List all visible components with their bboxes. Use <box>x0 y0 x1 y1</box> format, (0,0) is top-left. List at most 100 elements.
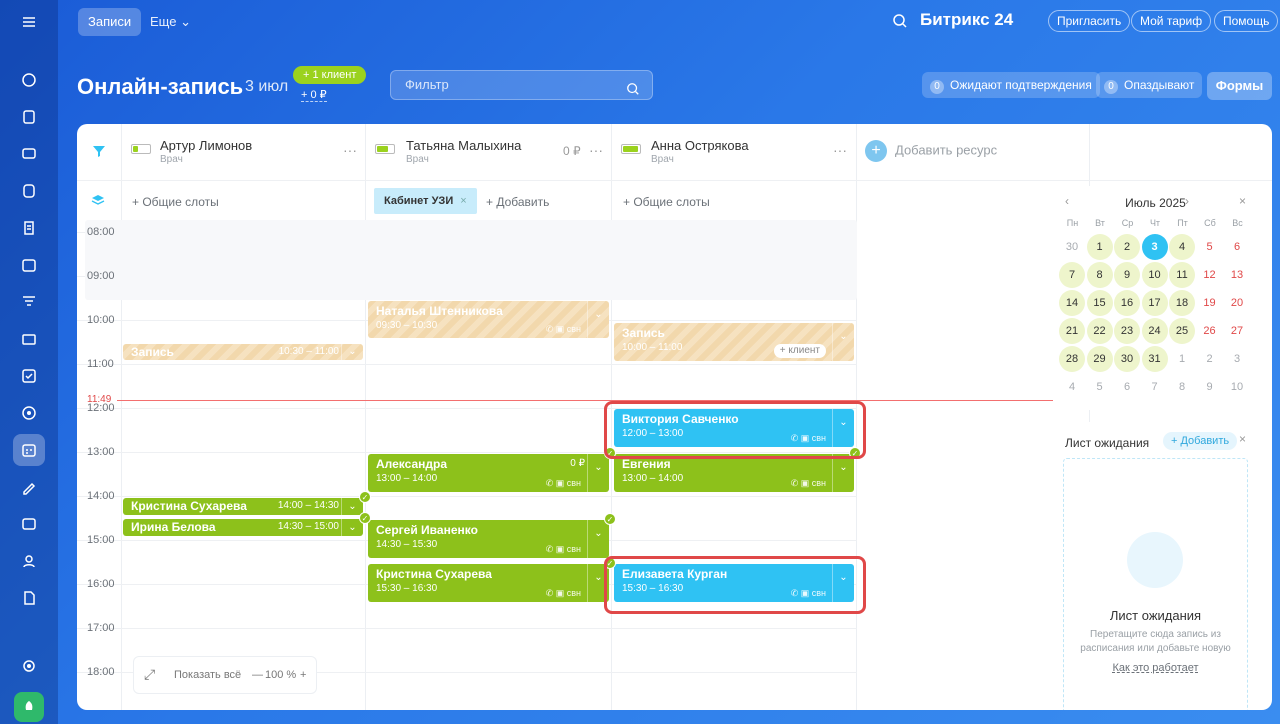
calendar-day[interactable]: 4 <box>1169 234 1195 260</box>
file-icon[interactable] <box>13 582 45 614</box>
calendar-day[interactable]: 4 <box>1059 374 1085 400</box>
filter-icon[interactable] <box>13 286 45 318</box>
calendar-day[interactable]: 27 <box>1224 318 1250 344</box>
zoom-out-button[interactable]: — <box>252 669 263 681</box>
contact-card-icon[interactable] <box>13 508 45 540</box>
waitlist-add-button[interactable]: + Добавить <box>1163 432 1238 450</box>
calendar-day[interactable]: 7 <box>1059 262 1085 288</box>
menu-icon[interactable] <box>13 6 45 38</box>
calendar-day[interactable]: 1 <box>1086 234 1113 260</box>
calendar-day[interactable]: 22 <box>1086 318 1113 344</box>
calendar-day[interactable]: 18 <box>1169 290 1195 316</box>
calendar-day[interactable]: 20 <box>1224 290 1250 316</box>
chevron-down-icon[interactable]: ⌄ <box>832 454 854 492</box>
booking-icon[interactable] <box>13 434 45 466</box>
calendar-day[interactable]: 21 <box>1059 318 1085 344</box>
filter-icon[interactable] <box>92 144 106 161</box>
collapse-icon[interactable]: × <box>1239 432 1246 446</box>
late-chip[interactable]: 0 Опаздывают <box>1096 72 1203 98</box>
calendar-day[interactable]: 5 <box>1087 374 1113 400</box>
tab-records[interactable]: Записи <box>78 8 142 36</box>
chevron-down-icon[interactable]: ⌄ <box>587 301 609 338</box>
tasks-edit-icon[interactable] <box>13 101 45 133</box>
calendar-day[interactable]: 1 <box>1169 346 1195 372</box>
invite-button[interactable]: Пригласить <box>1048 10 1131 32</box>
calendar-day[interactable]: 30 <box>1114 346 1140 372</box>
tab-more[interactable]: Еще ⌄ <box>150 8 191 36</box>
crm-icon[interactable] <box>13 64 45 96</box>
close-icon[interactable]: × <box>460 195 466 207</box>
calendar-day[interactable]: 11 <box>1169 262 1195 288</box>
awaiting-confirmation-chip[interactable]: 0 Ожидают подтверждения <box>922 72 1100 98</box>
calendar-day[interactable]: 16 <box>1114 290 1140 316</box>
common-slots-button[interactable]: + Общие слоты <box>623 195 710 209</box>
filter-input[interactable]: Фильтр <box>390 70 653 100</box>
more-icon[interactable]: ··· <box>343 142 357 158</box>
search-icon[interactable] <box>892 13 908 32</box>
brand-logo[interactable]: Битрикс 24 <box>920 10 1013 30</box>
checklist-icon[interactable] <box>13 360 45 392</box>
drive-icon[interactable] <box>13 175 45 207</box>
chat-icon[interactable] <box>13 138 45 170</box>
calendar-day[interactable]: 9 <box>1114 262 1140 288</box>
settings-icon[interactable] <box>13 650 45 682</box>
calendar-day[interactable]: 31 <box>1141 346 1168 372</box>
add-resource-button[interactable]: + Добавить ресурс <box>865 140 997 162</box>
calendar-day[interactable]: 25 <box>1169 318 1195 344</box>
event-card[interactable]: Запись 10:00 – 11:00 + клиент ⌄ <box>614 323 854 361</box>
how-it-works-link[interactable]: Как это работает <box>1053 662 1258 674</box>
calendar-day[interactable]: 28 <box>1059 346 1085 372</box>
chevron-down-icon[interactable]: ⌄ <box>587 454 609 492</box>
mail-icon[interactable] <box>13 323 45 355</box>
search-icon[interactable] <box>626 78 640 106</box>
calendar-day[interactable]: 3 <box>1141 234 1168 260</box>
forms-button[interactable]: Формы <box>1207 72 1272 100</box>
calendar-day[interactable]: 29 <box>1086 346 1113 372</box>
calendar-day[interactable]: 19 <box>1197 290 1223 316</box>
chevron-down-icon[interactable]: ⌄ <box>587 520 609 558</box>
resource-tatyana[interactable]: Татьяна Малыхина Врач 0 ₽ ··· <box>365 124 611 180</box>
event-card[interactable]: Запись 10:30 – 11:00 ⌄ <box>123 344 363 360</box>
chevron-right-icon[interactable]: › <box>1185 194 1189 208</box>
add-slot-button[interactable]: + Добавить <box>486 195 549 209</box>
calendar-day[interactable]: 7 <box>1142 374 1168 400</box>
more-icon[interactable]: ··· <box>589 142 603 158</box>
target-icon[interactable] <box>13 397 45 429</box>
documents-icon[interactable] <box>13 212 45 244</box>
calendar-day[interactable]: 13 <box>1224 262 1250 288</box>
rocket-icon[interactable] <box>14 692 44 722</box>
calendar-day[interactable]: 5 <box>1197 234 1223 260</box>
calendar-day[interactable]: 9 <box>1197 374 1223 400</box>
event-card[interactable]: Евгения 13:00 – 14:00 ✆ ▣ свн ⌄ <box>614 454 854 492</box>
my-tariff-button[interactable]: Мой тариф <box>1131 10 1212 32</box>
help-button[interactable]: Помощь <box>1214 10 1279 32</box>
resource-artur[interactable]: Артур Лимонов Врач ··· <box>121 124 365 180</box>
add-client-tag[interactable]: + клиент <box>773 344 826 358</box>
more-icon[interactable]: ··· <box>833 142 847 158</box>
event-card[interactable]: Кристина Сухарева 14:00 – 14:30 ⌄ <box>123 498 363 515</box>
calendar-day[interactable]: 3 <box>1224 346 1250 372</box>
calendar-day[interactable]: 15 <box>1086 290 1113 316</box>
resource-anna[interactable]: Анна Острякова Врач ··· <box>611 124 856 180</box>
calendar-day[interactable]: 24 <box>1141 318 1168 344</box>
expand-icon[interactable]: ⤢ <box>144 666 155 683</box>
calendar-day[interactable]: 12 <box>1197 262 1223 288</box>
collapse-icon[interactable]: × <box>1239 194 1246 208</box>
add-client-badge[interactable]: + 1 клиент <box>293 66 367 84</box>
calendar-day[interactable]: 6 <box>1114 374 1140 400</box>
calendar-icon[interactable] <box>13 249 45 281</box>
event-card[interactable]: Наталья Штенникова 09:30 – 10:30 ✆ ▣ свн… <box>368 301 609 338</box>
event-card[interactable]: Александра 13:00 – 14:00 0 ₽ ✆ ▣ свн ⌄ <box>368 454 609 492</box>
users-icon[interactable] <box>13 545 45 577</box>
calendar-day[interactable]: 8 <box>1169 374 1195 400</box>
calendar-day[interactable]: 26 <box>1197 318 1223 344</box>
calendar-day[interactable]: 8 <box>1086 262 1113 288</box>
chevron-down-icon[interactable]: ⌄ <box>832 323 854 361</box>
event-card[interactable]: Ирина Белова 14:30 – 15:00 ⌄ <box>123 519 363 536</box>
sign-icon[interactable] <box>13 471 45 503</box>
calendar-day[interactable]: 2 <box>1197 346 1223 372</box>
event-card[interactable]: Кристина Сухарева 15:30 – 16:30 ✆ ▣ свн … <box>368 564 609 602</box>
chevron-down-icon[interactable]: ⌄ <box>341 344 363 360</box>
calendar-day[interactable]: 17 <box>1141 290 1168 316</box>
calendar-day[interactable]: 6 <box>1224 234 1250 260</box>
